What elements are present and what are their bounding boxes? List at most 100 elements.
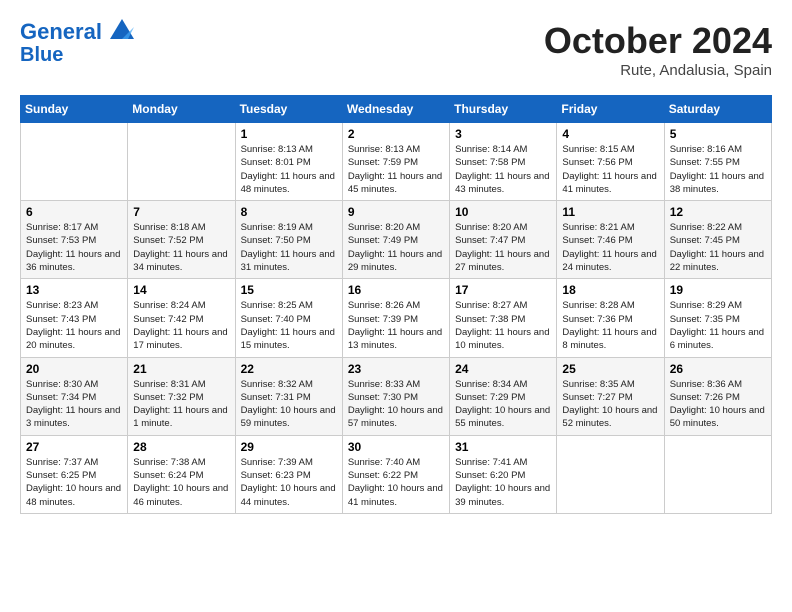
day-number: 4 [562, 127, 658, 141]
day-info: Sunrise: 8:31 AM Sunset: 7:32 PM Dayligh… [133, 378, 229, 431]
calendar-week-4: 20 Sunrise: 8:30 AM Sunset: 7:34 PM Dayli… [21, 357, 772, 435]
col-header-sunday: Sunday [21, 96, 128, 123]
calendar-cell [21, 123, 128, 201]
day-number: 20 [26, 362, 122, 376]
day-number: 2 [348, 127, 444, 141]
calendar-cell [664, 435, 771, 513]
day-number: 27 [26, 440, 122, 454]
day-info: Sunrise: 8:26 AM Sunset: 7:39 PM Dayligh… [348, 299, 444, 352]
calendar-cell: 19 Sunrise: 8:29 AM Sunset: 7:35 PM Dayli… [664, 279, 771, 357]
col-header-friday: Friday [557, 96, 664, 123]
day-number: 26 [670, 362, 766, 376]
month-title: October 2024 [544, 20, 772, 62]
calendar-week-1: 1 Sunrise: 8:13 AM Sunset: 8:01 PM Daylig… [21, 123, 772, 201]
day-number: 5 [670, 127, 766, 141]
day-info: Sunrise: 8:30 AM Sunset: 7:34 PM Dayligh… [26, 378, 122, 431]
day-info: Sunrise: 8:25 AM Sunset: 7:40 PM Dayligh… [241, 299, 337, 352]
calendar-cell: 14 Sunrise: 8:24 AM Sunset: 7:42 PM Dayli… [128, 279, 235, 357]
col-header-wednesday: Wednesday [342, 96, 449, 123]
day-number: 23 [348, 362, 444, 376]
day-number: 28 [133, 440, 229, 454]
calendar: SundayMondayTuesdayWednesdayThursdayFrid… [20, 95, 772, 514]
calendar-cell: 12 Sunrise: 8:22 AM Sunset: 7:45 PM Dayli… [664, 201, 771, 279]
day-info: Sunrise: 8:27 AM Sunset: 7:38 PM Dayligh… [455, 299, 551, 352]
day-info: Sunrise: 8:18 AM Sunset: 7:52 PM Dayligh… [133, 221, 229, 274]
calendar-cell: 8Sunrise: 8:19 AM Sunset: 7:50 PM Daylig… [235, 201, 342, 279]
day-info: Sunrise: 8:35 AM Sunset: 7:27 PM Dayligh… [562, 378, 658, 431]
col-header-tuesday: Tuesday [235, 96, 342, 123]
day-number: 30 [348, 440, 444, 454]
calendar-week-2: 6 Sunrise: 8:17 AM Sunset: 7:53 PM Daylig… [21, 201, 772, 279]
day-number: 16 [348, 283, 444, 297]
calendar-cell: 28 Sunrise: 7:38 AM Sunset: 6:24 PM Dayli… [128, 435, 235, 513]
day-number: 10 [455, 205, 551, 219]
calendar-cell: 30 Sunrise: 7:40 AM Sunset: 6:22 PM Dayli… [342, 435, 449, 513]
calendar-cell: 16 Sunrise: 8:26 AM Sunset: 7:39 PM Dayli… [342, 279, 449, 357]
day-info: Sunrise: 8:28 AM Sunset: 7:36 PM Dayligh… [562, 299, 658, 352]
calendar-cell: 5 Sunrise: 8:16 AM Sunset: 7:55 PM Daylig… [664, 123, 771, 201]
calendar-cell: 6 Sunrise: 8:17 AM Sunset: 7:53 PM Daylig… [21, 201, 128, 279]
calendar-cell: 27 Sunrise: 7:37 AM Sunset: 6:25 PM Dayli… [21, 435, 128, 513]
day-number: 9 [348, 205, 444, 219]
calendar-cell: 1 Sunrise: 8:13 AM Sunset: 8:01 PM Daylig… [235, 123, 342, 201]
day-number: 3 [455, 127, 551, 141]
col-header-thursday: Thursday [450, 96, 557, 123]
day-number: 6 [26, 205, 122, 219]
day-info: Sunrise: 8:20 AM Sunset: 7:47 PM Dayligh… [455, 221, 551, 274]
logo-icon [110, 19, 134, 39]
day-number: 1 [241, 127, 337, 141]
col-header-saturday: Saturday [664, 96, 771, 123]
location: Rute, Andalusia, Spain [544, 62, 772, 79]
day-info: Sunrise: 7:37 AM Sunset: 6:25 PM Dayligh… [26, 456, 122, 509]
day-number: 31 [455, 440, 551, 454]
day-info: Sunrise: 8:24 AM Sunset: 7:42 PM Dayligh… [133, 299, 229, 352]
calendar-cell: 22Sunrise: 8:32 AM Sunset: 7:31 PM Dayli… [235, 357, 342, 435]
calendar-week-3: 13Sunrise: 8:23 AM Sunset: 7:43 PM Dayli… [21, 279, 772, 357]
day-info: Sunrise: 8:20 AM Sunset: 7:49 PM Dayligh… [348, 221, 444, 274]
day-info: Sunrise: 8:22 AM Sunset: 7:45 PM Dayligh… [670, 221, 766, 274]
calendar-cell [557, 435, 664, 513]
calendar-week-5: 27 Sunrise: 7:37 AM Sunset: 6:25 PM Dayli… [21, 435, 772, 513]
calendar-cell: 10 Sunrise: 8:20 AM Sunset: 7:47 PM Dayli… [450, 201, 557, 279]
logo-text: General [20, 20, 134, 44]
day-number: 22 [241, 362, 337, 376]
day-info: Sunrise: 8:34 AM Sunset: 7:29 PM Dayligh… [455, 378, 551, 431]
calendar-cell: 2Sunrise: 8:13 AM Sunset: 7:59 PM Daylig… [342, 123, 449, 201]
day-number: 15 [241, 283, 337, 297]
calendar-cell: 21 Sunrise: 8:31 AM Sunset: 7:32 PM Dayli… [128, 357, 235, 435]
calendar-cell: 3 Sunrise: 8:14 AM Sunset: 7:58 PM Daylig… [450, 123, 557, 201]
day-number: 7 [133, 205, 229, 219]
calendar-cell: 9 Sunrise: 8:20 AM Sunset: 7:49 PM Daylig… [342, 201, 449, 279]
day-number: 14 [133, 283, 229, 297]
calendar-cell: 23Sunrise: 8:33 AM Sunset: 7:30 PM Dayli… [342, 357, 449, 435]
day-info: Sunrise: 8:13 AM Sunset: 8:01 PM Dayligh… [241, 143, 337, 196]
day-number: 25 [562, 362, 658, 376]
day-info: Sunrise: 7:38 AM Sunset: 6:24 PM Dayligh… [133, 456, 229, 509]
calendar-cell: 31Sunrise: 7:41 AM Sunset: 6:20 PM Dayli… [450, 435, 557, 513]
day-info: Sunrise: 7:40 AM Sunset: 6:22 PM Dayligh… [348, 456, 444, 509]
day-number: 12 [670, 205, 766, 219]
calendar-cell: 29 Sunrise: 7:39 AM Sunset: 6:23 PM Dayli… [235, 435, 342, 513]
day-info: Sunrise: 8:16 AM Sunset: 7:55 PM Dayligh… [670, 143, 766, 196]
calendar-cell: 7 Sunrise: 8:18 AM Sunset: 7:52 PM Daylig… [128, 201, 235, 279]
day-number: 29 [241, 440, 337, 454]
day-info: Sunrise: 8:14 AM Sunset: 7:58 PM Dayligh… [455, 143, 551, 196]
calendar-cell: 4Sunrise: 8:15 AM Sunset: 7:56 PM Daylig… [557, 123, 664, 201]
day-number: 13 [26, 283, 122, 297]
calendar-cell: 26Sunrise: 8:36 AM Sunset: 7:26 PM Dayli… [664, 357, 771, 435]
col-header-monday: Monday [128, 96, 235, 123]
day-number: 21 [133, 362, 229, 376]
day-number: 17 [455, 283, 551, 297]
calendar-cell: 17 Sunrise: 8:27 AM Sunset: 7:38 PM Dayli… [450, 279, 557, 357]
calendar-cell: 13Sunrise: 8:23 AM Sunset: 7:43 PM Dayli… [21, 279, 128, 357]
logo-blue: Blue [20, 44, 134, 66]
day-info: Sunrise: 7:39 AM Sunset: 6:23 PM Dayligh… [241, 456, 337, 509]
page-header: General Blue October 2024 Rute, Andalusi… [20, 20, 772, 79]
calendar-cell: 18Sunrise: 8:28 AM Sunset: 7:36 PM Dayli… [557, 279, 664, 357]
day-number: 8 [241, 205, 337, 219]
day-info: Sunrise: 8:29 AM Sunset: 7:35 PM Dayligh… [670, 299, 766, 352]
day-info: Sunrise: 8:17 AM Sunset: 7:53 PM Dayligh… [26, 221, 122, 274]
day-number: 19 [670, 283, 766, 297]
day-number: 11 [562, 205, 658, 219]
calendar-cell: 11Sunrise: 8:21 AM Sunset: 7:46 PM Dayli… [557, 201, 664, 279]
